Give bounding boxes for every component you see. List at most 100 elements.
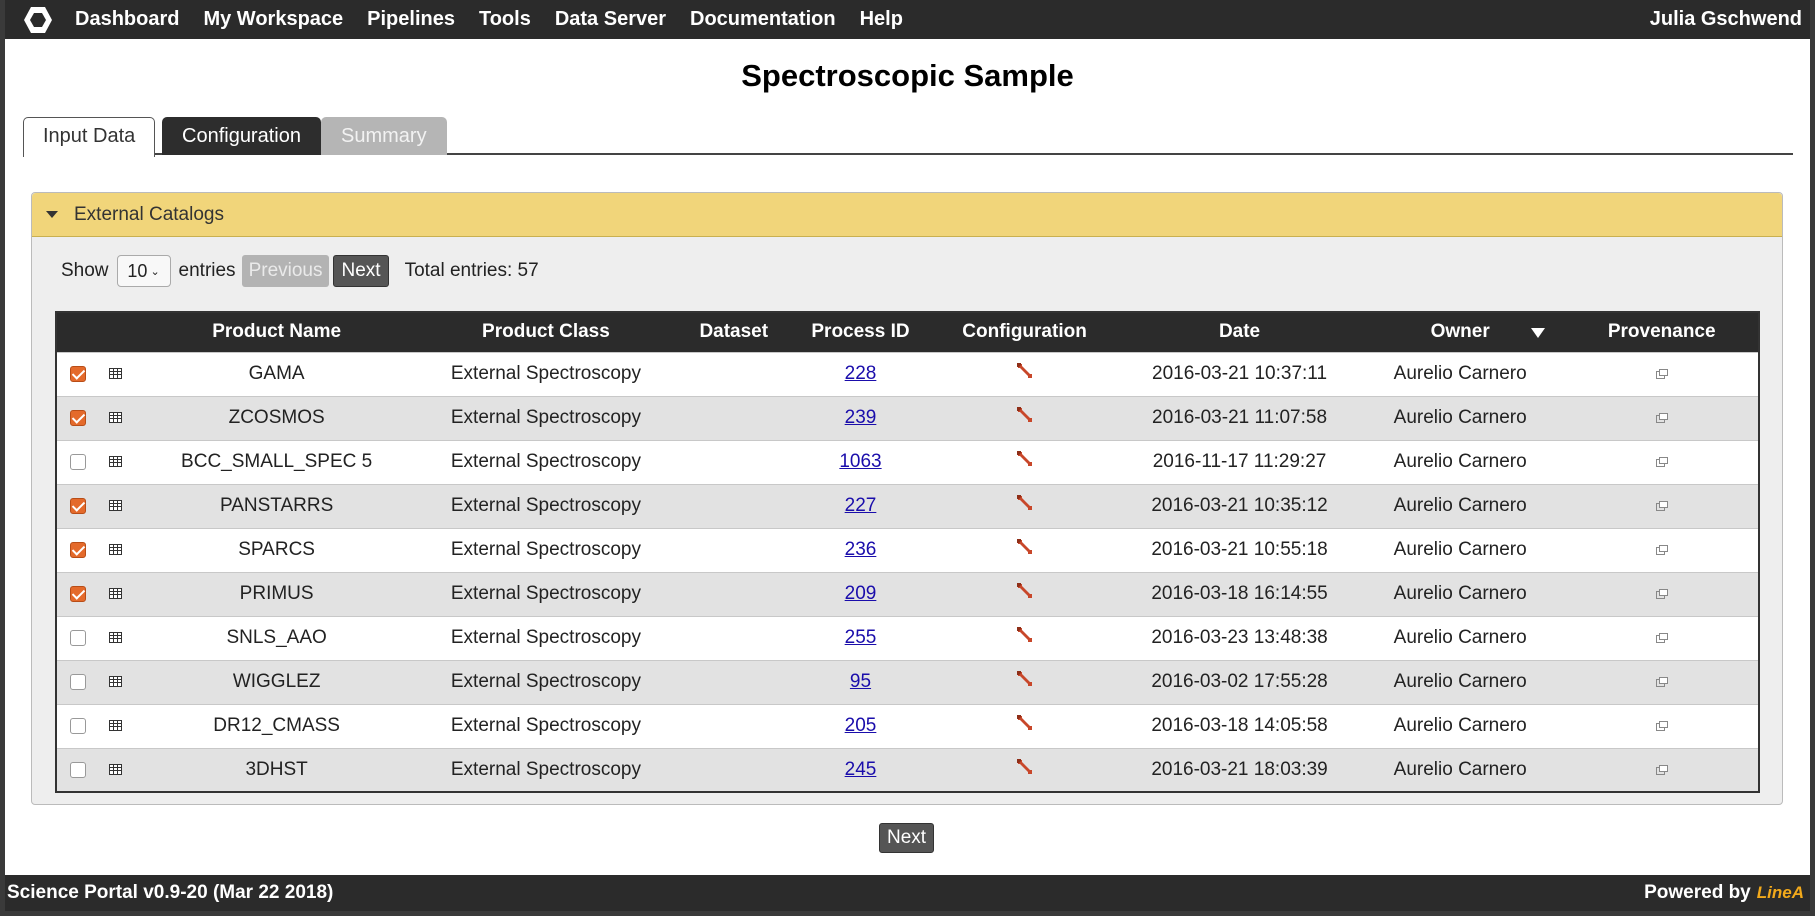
date: 2016-03-21 11:07:58 — [1124, 395, 1355, 440]
configuration-cell — [924, 571, 1125, 616]
row-checkbox-cell — [56, 527, 99, 572]
process-id-link[interactable]: 209 — [845, 583, 877, 604]
wrench-icon[interactable] — [1015, 405, 1035, 431]
next-page-button[interactable]: Next — [333, 255, 389, 287]
col-provenance[interactable]: Provenance — [1565, 312, 1759, 352]
table-icon[interactable] — [109, 627, 123, 649]
nav-data-server[interactable]: Data Server — [543, 8, 678, 31]
product-name: GAMA — [132, 351, 421, 396]
external-link-icon[interactable] — [1655, 759, 1668, 781]
row-checkbox[interactable] — [69, 365, 86, 382]
table-icon[interactable] — [109, 583, 123, 605]
external-link-icon[interactable] — [1655, 583, 1668, 605]
row-checkbox[interactable] — [69, 717, 86, 734]
product-class: External Spectroscopy — [420, 747, 672, 792]
select-column-header — [56, 312, 99, 352]
user-menu[interactable]: Julia Gschwend — [1650, 8, 1802, 31]
col-product-class[interactable]: Product Class — [420, 312, 672, 352]
wrench-icon[interactable] — [1015, 757, 1035, 783]
table-icon[interactable] — [109, 363, 123, 385]
process-id-link[interactable]: 228 — [845, 363, 877, 384]
table-row: PANSTARRS External Spectroscopy 227 2016-03… — [56, 483, 1759, 528]
col-configuration[interactable]: Configuration — [924, 312, 1125, 352]
col-dataset[interactable]: Dataset — [671, 312, 796, 352]
previous-button[interactable]: Previous — [241, 255, 330, 287]
table-icon-cell — [98, 747, 133, 792]
nav-tools[interactable]: Tools — [467, 8, 543, 31]
row-checkbox[interactable] — [69, 629, 86, 646]
wrench-icon[interactable] — [1015, 669, 1035, 695]
process-id-link[interactable]: 95 — [850, 671, 871, 692]
owner: Aurelio Carnero — [1354, 439, 1566, 484]
linea-logo[interactable]: LineA — [1757, 883, 1804, 903]
process-id-cell: 228 — [796, 351, 925, 396]
nav-documentation[interactable]: Documentation — [678, 8, 848, 31]
row-checkbox[interactable] — [69, 761, 86, 778]
wrench-icon[interactable] — [1015, 581, 1035, 607]
external-link-icon[interactable] — [1655, 407, 1668, 429]
table-icon[interactable] — [109, 451, 123, 473]
col-date[interactable]: Date — [1124, 312, 1355, 352]
external-link-icon[interactable] — [1655, 495, 1668, 517]
wrench-icon[interactable] — [1015, 625, 1035, 651]
row-checkbox[interactable] — [69, 673, 86, 690]
owner: Aurelio Carnero — [1354, 703, 1566, 748]
wrench-icon[interactable] — [1015, 361, 1035, 387]
process-id-link[interactable]: 1063 — [839, 451, 881, 472]
wrench-icon[interactable] — [1015, 449, 1035, 475]
table-icon-cell — [98, 483, 133, 528]
table-row: 3DHST External Spectroscopy 245 2016-03-21 … — [56, 747, 1759, 792]
hexagon-logo-icon[interactable] — [13, 0, 63, 39]
process-id-link[interactable]: 227 — [845, 495, 877, 516]
table-icon[interactable] — [109, 759, 123, 781]
wrench-icon[interactable] — [1015, 493, 1035, 519]
nav-my-workspace[interactable]: My Workspace — [191, 8, 355, 31]
wizard-next-button[interactable]: Next — [879, 823, 935, 853]
nav-help[interactable]: Help — [848, 8, 915, 31]
table-icon[interactable] — [109, 715, 123, 737]
table-icon-cell — [98, 527, 133, 572]
nav-pipelines[interactable]: Pipelines — [355, 8, 467, 31]
external-link-icon[interactable] — [1655, 671, 1668, 693]
row-checkbox[interactable] — [69, 541, 86, 558]
powered-by: Powered by LineA — [1644, 882, 1804, 904]
configuration-cell — [924, 703, 1125, 748]
table-icon[interactable] — [109, 495, 123, 517]
table-icon[interactable] — [109, 539, 123, 561]
process-id-link[interactable]: 245 — [845, 759, 877, 780]
col-product-name[interactable]: Product Name — [132, 312, 421, 352]
wrench-icon[interactable] — [1015, 537, 1035, 563]
external-link-icon[interactable] — [1655, 627, 1668, 649]
process-id-link[interactable]: 205 — [845, 715, 877, 736]
external-link-icon[interactable] — [1655, 715, 1668, 737]
table-icon[interactable] — [109, 407, 123, 429]
provenance-cell — [1565, 659, 1759, 704]
col-owner[interactable]: Owner — [1354, 312, 1566, 352]
panel-header[interactable]: External Catalogs — [32, 193, 1782, 237]
external-link-icon[interactable] — [1655, 539, 1668, 561]
product-class: External Spectroscopy — [420, 483, 672, 528]
page-title: Spectroscopic Sample — [741, 58, 1074, 93]
row-checkbox[interactable] — [69, 585, 86, 602]
process-id-link[interactable]: 239 — [845, 407, 877, 428]
entries-select[interactable]: 10 ⌄ — [116, 255, 171, 287]
product-name: 3DHST — [132, 747, 421, 792]
version-label: Science Portal v0.9-20 (Mar 22 2018) — [7, 882, 334, 903]
col-process-id[interactable]: Process ID — [796, 312, 925, 352]
sort-desc-icon — [1531, 328, 1546, 338]
nav-dashboard[interactable]: Dashboard — [63, 8, 191, 31]
row-checkbox-cell — [56, 571, 99, 616]
row-checkbox[interactable] — [69, 409, 86, 426]
process-id-link[interactable]: 236 — [845, 539, 877, 560]
external-link-icon[interactable] — [1655, 451, 1668, 473]
external-link-icon[interactable] — [1655, 363, 1668, 385]
process-id-link[interactable]: 255 — [845, 627, 877, 648]
row-checkbox[interactable] — [69, 453, 86, 470]
table-icon[interactable] — [109, 671, 123, 693]
wrench-icon[interactable] — [1015, 713, 1035, 739]
row-checkbox[interactable] — [69, 497, 86, 514]
date: 2016-03-23 13:48:38 — [1124, 615, 1355, 660]
entries-label: entries — [178, 260, 236, 281]
tab-configuration[interactable]: Configuration — [162, 117, 321, 155]
tab-input-data[interactable]: Input Data — [23, 117, 156, 157]
